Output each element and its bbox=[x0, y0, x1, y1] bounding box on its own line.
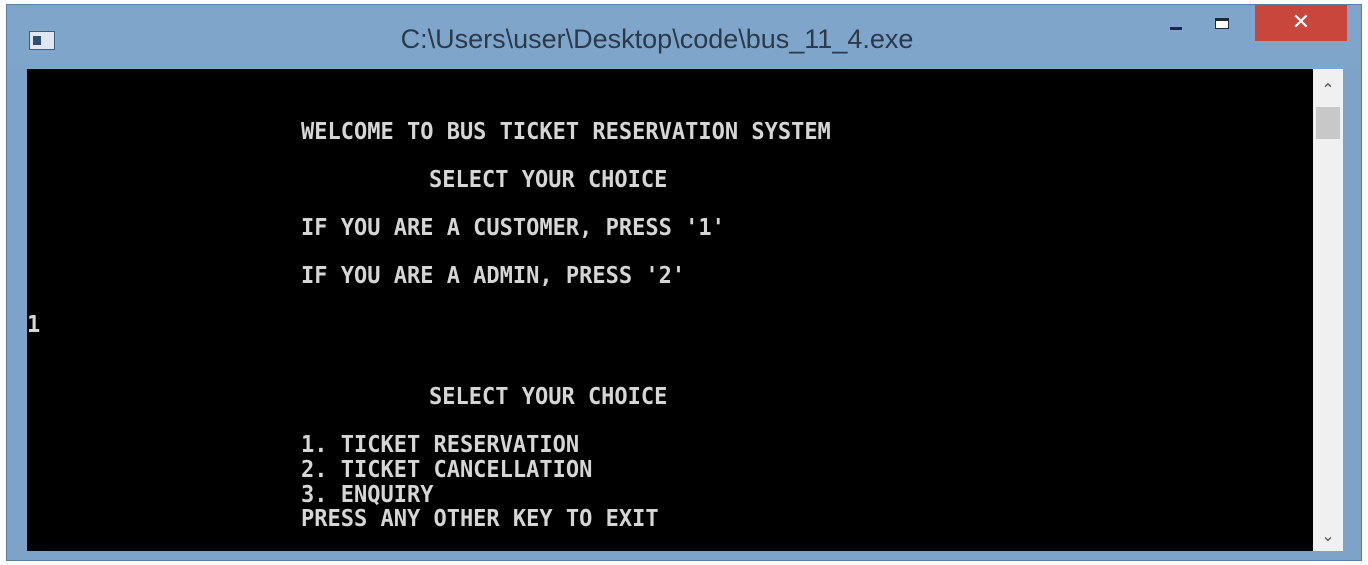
scrollbar-thumb[interactable] bbox=[1316, 107, 1340, 139]
console-line-exit-hint: PRESS ANY OTHER KEY TO EXIT bbox=[301, 506, 659, 533]
console-line-menu-cancellation: 2. TICKET CANCELLATION bbox=[301, 457, 593, 484]
console-line-welcome: WELCOME TO BUS TICKET RESERVATION SYSTEM bbox=[301, 119, 831, 146]
console-line-menu-reservation: 1. TICKET RESERVATION bbox=[301, 432, 580, 459]
scroll-up-icon[interactable]: ⌃ bbox=[1313, 75, 1343, 105]
title-bar[interactable]: C:\Users\user\Desktop\code\bus_11_4.exe … bbox=[7, 5, 1361, 69]
console-line-admin-option: IF YOU ARE A ADMIN, PRESS '2' bbox=[301, 263, 686, 290]
console-line-select-choice-2: SELECT YOUR CHOICE bbox=[429, 384, 668, 411]
console-output[interactable]: WELCOME TO BUS TICKET RESERVATION SYSTEM… bbox=[27, 69, 1313, 551]
maximize-icon[interactable] bbox=[1205, 13, 1239, 39]
console-line-customer-option: IF YOU ARE A CUSTOMER, PRESS '1' bbox=[301, 215, 725, 242]
close-button[interactable]: ✕ bbox=[1255, 5, 1347, 41]
scroll-down-icon[interactable]: ⌄ bbox=[1313, 521, 1343, 551]
minimize-icon[interactable] bbox=[1159, 13, 1193, 39]
console-line-user-input: 1 bbox=[27, 312, 41, 339]
console-line-select-choice: SELECT YOUR CHOICE bbox=[429, 167, 668, 194]
window-title: C:\Users\user\Desktop\code\bus_11_4.exe bbox=[400, 24, 914, 54]
console-app-icon[interactable] bbox=[29, 31, 55, 50]
console-line-menu-enquiry: 3. ENQUIRY bbox=[301, 482, 434, 509]
vertical-scrollbar[interactable]: ⌃ ⌄ bbox=[1313, 69, 1343, 551]
console-window: C:\Users\user\Desktop\code\bus_11_4.exe … bbox=[6, 4, 1362, 561]
